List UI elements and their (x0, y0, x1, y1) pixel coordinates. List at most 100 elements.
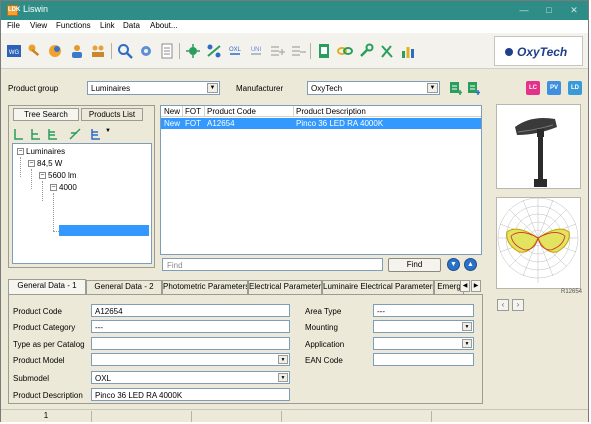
list-minus-icon[interactable] (290, 43, 306, 59)
menu-data[interactable]: Data (123, 21, 140, 30)
status-bar: 1 (1, 409, 588, 422)
tree-node[interactable]: A12654 (69, 195, 97, 204)
tab-luminaire-electrical-parameters[interactable]: Luminaire Electrical Parameters (322, 280, 434, 294)
group-search-icon[interactable] (90, 43, 106, 59)
collapse-icon[interactable]: – (50, 184, 57, 191)
menu-about[interactable]: About... (150, 21, 178, 30)
collapse-icon[interactable]: – (28, 160, 35, 167)
tree-level-1-icon[interactable] (12, 127, 26, 141)
manufacturer-add-icon[interactable] (467, 80, 481, 96)
globe-search-icon[interactable] (48, 43, 64, 59)
list-plus-icon[interactable] (269, 43, 285, 59)
ld-badge-button[interactable]: LD (568, 81, 582, 95)
tab-general-data-1[interactable]: General Data - 1 (8, 279, 86, 294)
close-icon[interactable]: ✕ (569, 4, 579, 16)
uni-icon[interactable]: UNI (248, 43, 264, 59)
wg-icon[interactable]: WG (6, 43, 22, 59)
product-model-select[interactable]: ▼ (91, 353, 290, 366)
lamp-add-icon[interactable] (185, 43, 201, 59)
ean-code-field[interactable] (373, 353, 474, 366)
chevron-down-icon[interactable]: ▼ (462, 322, 472, 331)
product-group-select[interactable]: Luminaires ▼ (87, 81, 220, 95)
toolbar: WG OXL UNI OxyTech (1, 33, 588, 69)
tools-icon[interactable] (379, 43, 395, 59)
document-icon[interactable] (159, 43, 175, 59)
tree-options-chevron-down-icon[interactable]: ▼ (105, 128, 111, 134)
key-icon[interactable] (27, 43, 43, 59)
link-chain-icon[interactable] (337, 43, 353, 59)
chevron-down-icon[interactable]: ▼ (462, 339, 472, 348)
menu-bar: File View Functions Link Data About... (1, 20, 588, 33)
brand-logo-mark (505, 48, 513, 56)
mounting-label: Mounting (305, 323, 338, 332)
tree-node-selected[interactable] (59, 225, 149, 236)
tree-expand-icon[interactable] (68, 127, 82, 141)
product-code-label: Product Code (13, 307, 62, 316)
previous-arrow-icon[interactable]: ‹ (497, 299, 509, 311)
type-as-per-catalog-field[interactable] (91, 337, 290, 350)
lc-badge-button[interactable]: LC (526, 81, 540, 95)
chart-bars-icon[interactable] (400, 43, 416, 59)
brand-logo: OxyTech (494, 36, 583, 66)
column-header[interactable]: Product Description (296, 107, 366, 116)
product-group-label: Product group (8, 84, 59, 93)
find-button[interactable]: Find (388, 258, 441, 272)
collapse-icon[interactable]: – (17, 148, 24, 155)
pv-badge-button[interactable]: PV (547, 81, 561, 95)
product-description-field[interactable]: Pinco 36 LED RA 4000K (91, 388, 290, 401)
minimize-icon[interactable]: — (519, 4, 529, 16)
menu-link[interactable]: Link (100, 21, 115, 30)
wrench-icon[interactable] (358, 43, 374, 59)
manufacturer-filter-icon[interactable] (449, 80, 463, 96)
collapse-icon[interactable]: – (39, 172, 46, 179)
scroll-up-icon[interactable]: ▲ (464, 258, 477, 271)
tab-electrical-parameters[interactable]: Electrical Parameters (248, 280, 322, 294)
tab-scroll-left-icon[interactable]: ◀ (460, 280, 470, 292)
chevron-down-icon[interactable]: ▼ (278, 355, 288, 364)
chevron-down-icon[interactable]: ▼ (207, 83, 218, 93)
mounting-select[interactable]: ▼ (373, 320, 474, 333)
menu-functions[interactable]: Functions (56, 21, 91, 30)
search-icon[interactable] (117, 43, 133, 59)
next-arrow-icon[interactable]: › (512, 299, 524, 311)
tree-level-2-icon[interactable] (29, 127, 43, 141)
tree-node[interactable]: Luminaires (26, 147, 65, 156)
product-category-field[interactable]: --- (91, 320, 290, 333)
tab-tree-search[interactable]: Tree Search (13, 108, 79, 121)
tab-general-data-2[interactable]: General Data - 2 (86, 280, 162, 294)
tree-node[interactable]: 5600 lm (48, 171, 76, 180)
app-logo-icon: LDK (7, 5, 20, 16)
tab-photometric-parameters[interactable]: Photometric Parameters (162, 280, 248, 294)
status-cell (431, 411, 588, 422)
area-type-field[interactable]: --- (373, 304, 474, 317)
column-header[interactable]: New (164, 107, 180, 116)
tree-level-3-icon[interactable] (46, 127, 60, 141)
tab-scroll-right-icon[interactable]: ▶ (471, 280, 481, 292)
find-input[interactable]: Find (162, 258, 383, 271)
oxl-icon[interactable]: OXL (227, 43, 243, 59)
menu-view[interactable]: View (30, 21, 47, 30)
tree-node[interactable]: 84,5 W (37, 159, 62, 168)
chevron-down-icon[interactable]: ▼ (278, 373, 288, 382)
column-separator (293, 106, 294, 117)
tree-options-icon[interactable] (89, 127, 103, 141)
status-cell (91, 411, 191, 422)
table-row[interactable]: New FOT A12654 Pinco 36 LED RA 4000K (161, 118, 481, 129)
application-select[interactable]: ▼ (373, 337, 474, 350)
menu-file[interactable]: File (7, 21, 20, 30)
product-code-field[interactable]: A12654 (91, 304, 290, 317)
scroll-down-icon[interactable]: ▼ (447, 258, 460, 271)
green-document-icon[interactable] (316, 43, 332, 59)
settings-gear-icon[interactable] (138, 43, 154, 59)
tab-products-list[interactable]: Products List (81, 108, 143, 121)
chevron-down-icon[interactable]: ▼ (427, 83, 438, 93)
column-header[interactable]: Product Code (207, 107, 256, 116)
manufacturer-select[interactable]: OxyTech ▼ (307, 81, 440, 95)
product-tree[interactable]: – Luminaires – 84,5 W – 5600 lm – 4000 A… (12, 143, 152, 264)
lamp-link-icon[interactable] (206, 43, 222, 59)
column-header[interactable]: FOT (185, 107, 201, 116)
user-search-icon[interactable] (69, 43, 85, 59)
tree-node[interactable]: 4000 (59, 183, 77, 192)
maximize-icon[interactable]: □ (544, 4, 554, 16)
submodel-select[interactable]: OXL ▼ (91, 371, 290, 384)
